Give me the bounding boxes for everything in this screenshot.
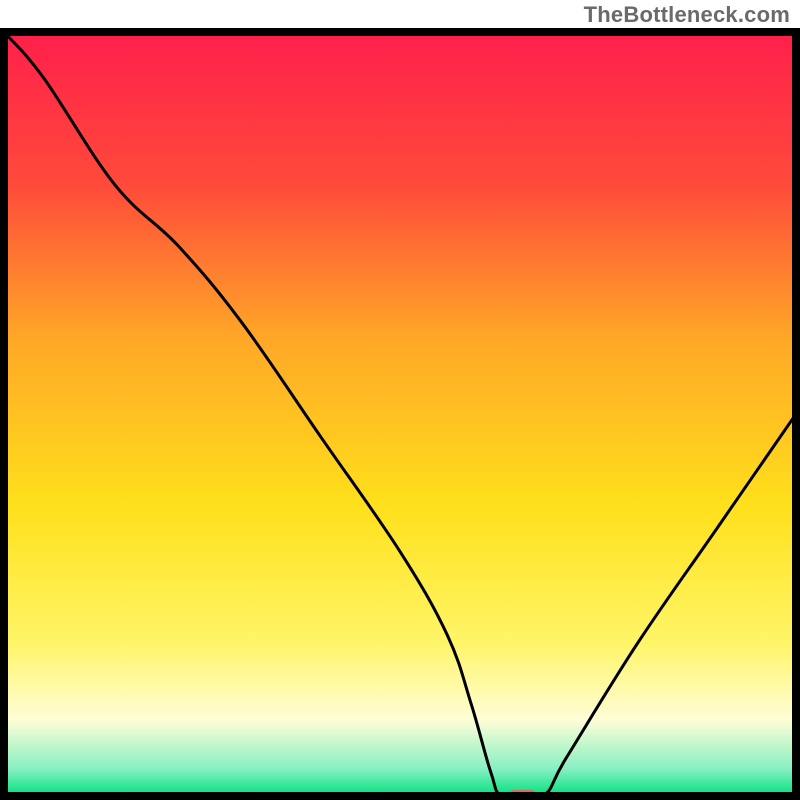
gradient-background (4, 32, 796, 796)
chart-svg (0, 0, 800, 800)
watermark-label: TheBottleneck.com (584, 2, 790, 28)
bottleneck-chart: TheBottleneck.com (0, 0, 800, 800)
